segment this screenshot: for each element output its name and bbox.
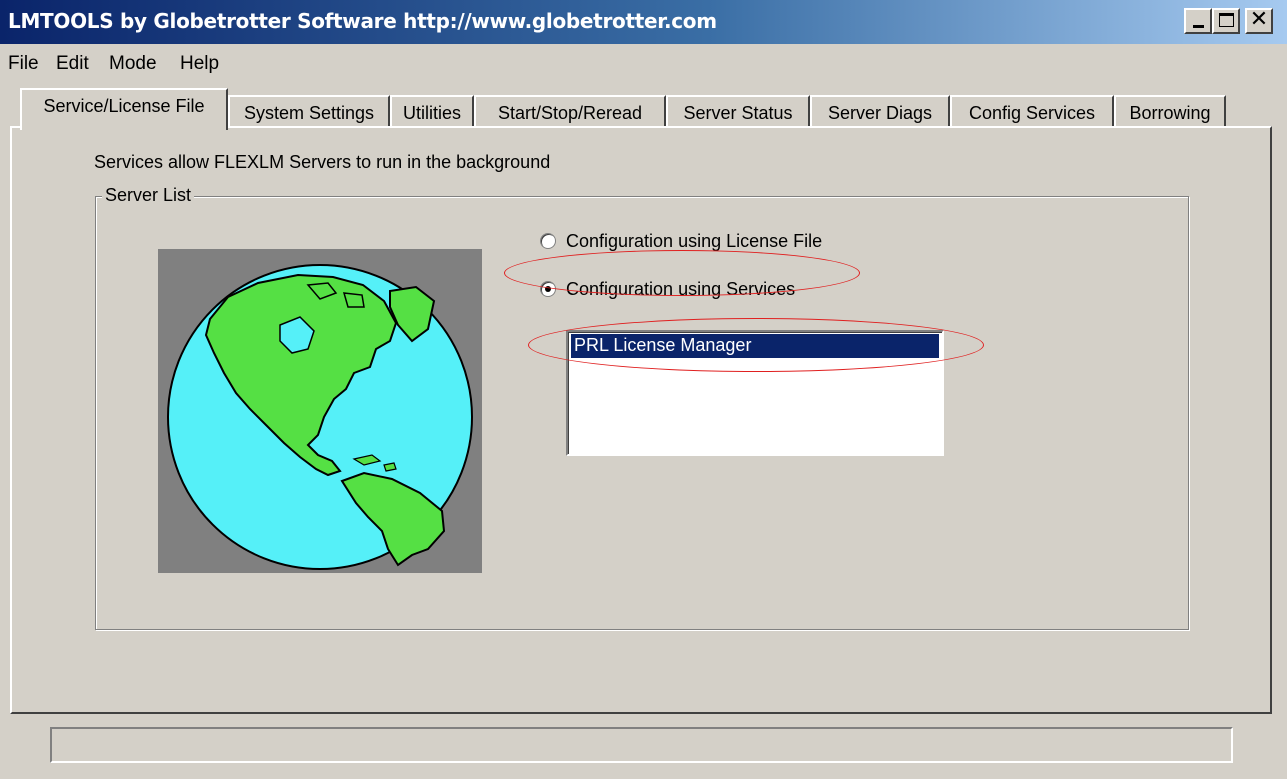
tab-server-diags[interactable]: Server Diags (810, 95, 950, 128)
lmtools-window: LMTOOLS by Globetrotter Software http://… (0, 0, 1287, 779)
radio-license-file-label: Configuration using License File (566, 231, 823, 251)
tab-system-settings[interactable]: System Settings (228, 95, 390, 128)
menu-mode[interactable]: Mode (109, 53, 157, 75)
menu-file[interactable]: File (8, 53, 39, 75)
close-button[interactable]: ✕ (1245, 7, 1273, 34)
tab-service-license-file[interactable]: Service/License File (20, 88, 228, 130)
menu-help[interactable]: Help (180, 53, 219, 75)
panel-description: Services allow FLEXLM Servers to run in … (94, 152, 551, 172)
radio-license-file[interactable]: Configuration using License File (540, 231, 822, 252)
tab-config-services[interactable]: Config Services (950, 95, 1114, 128)
window-title: LMTOOLS by Globetrotter Software http://… (8, 9, 717, 33)
service-license-panel: Services allow FLEXLM Servers to run in … (10, 126, 1272, 714)
server-list-group: Server List Configuration using License … (95, 185, 1189, 630)
menu-bar: File Edit Mode Help (0, 50, 1287, 78)
maximize-button[interactable] (1212, 8, 1240, 34)
list-item[interactable]: PRL License Manager (571, 334, 939, 358)
tab-strip: Service/License File System Settings Uti… (0, 88, 1287, 130)
radio-button-checked-icon[interactable] (540, 281, 556, 297)
tab-server-status[interactable]: Server Status (666, 95, 810, 128)
minimize-button[interactable] (1184, 8, 1212, 34)
services-listbox[interactable]: PRL License Manager (566, 330, 944, 456)
status-bar (50, 727, 1233, 763)
radio-services[interactable]: Configuration using Services (540, 279, 795, 300)
globe-image (158, 249, 482, 573)
close-icon: ✕ (1249, 7, 1269, 32)
menu-edit[interactable]: Edit (56, 53, 89, 75)
minimize-icon (1193, 25, 1204, 28)
tab-utilities[interactable]: Utilities (390, 95, 474, 128)
radio-services-label: Configuration using Services (566, 279, 796, 299)
title-bar[interactable]: LMTOOLS by Globetrotter Software http://… (0, 0, 1287, 44)
group-label: Server List (102, 185, 195, 206)
maximize-icon (1219, 13, 1234, 27)
radio-button-icon[interactable] (540, 233, 556, 249)
tab-borrowing[interactable]: Borrowing (1114, 95, 1226, 128)
tab-start-stop-reread[interactable]: Start/Stop/Reread (474, 95, 666, 128)
globe-icon (167, 264, 473, 570)
